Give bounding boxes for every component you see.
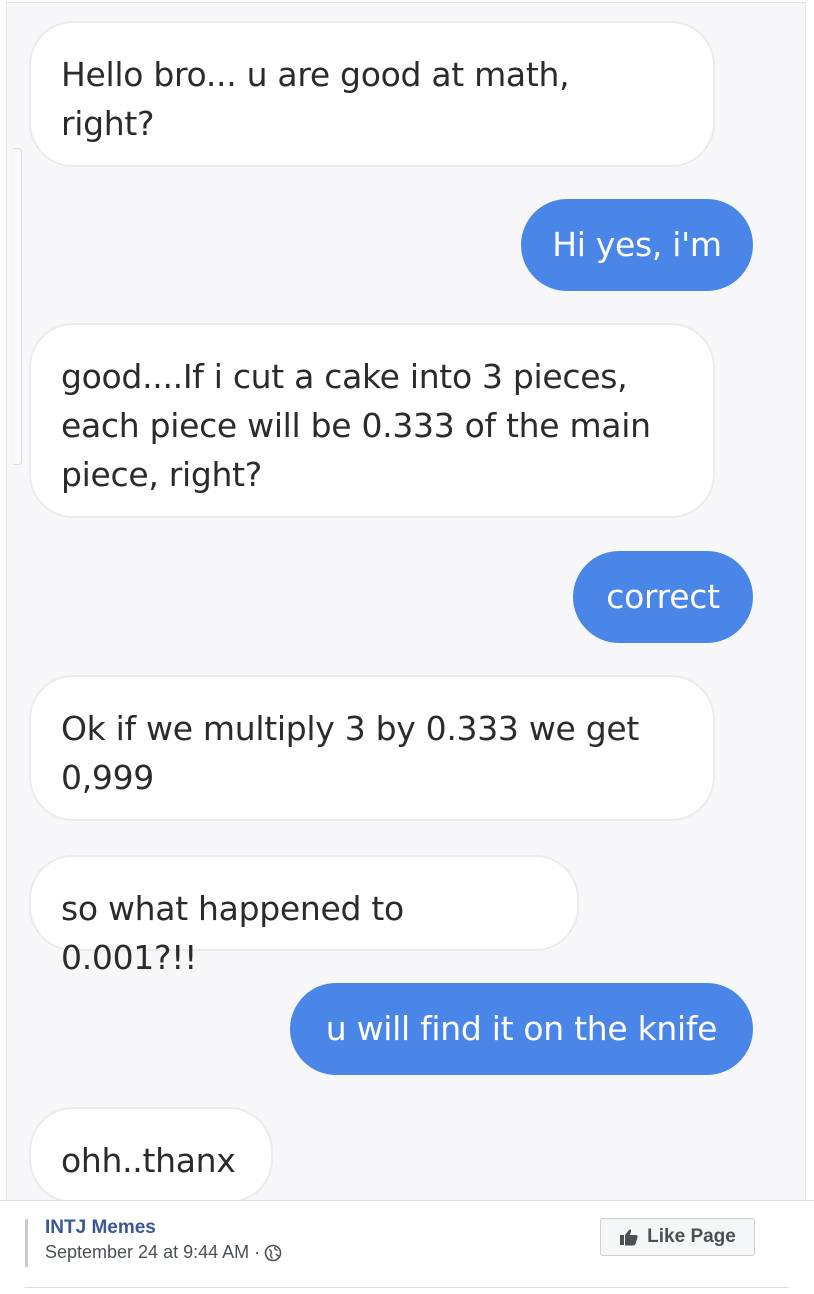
chat-screenshot: Hello bro... u are good at math, right? … [6,2,806,1203]
like-page-label: Like Page [647,1226,736,1247]
post-page: Hello bro... u are good at math, right? … [0,0,814,1294]
message-incoming: ohh..thanx [29,1107,273,1203]
message-outgoing: u will find it on the knife [290,983,753,1075]
message-outgoing: correct [573,551,753,643]
divider [25,1287,789,1288]
globe-icon [264,1244,282,1261]
message-incoming: Hello bro... u are good at math, right? [29,21,715,167]
post-meta: September 24 at 9:44 AM · [45,1242,282,1263]
post-timestamp[interactable]: September 24 at 9:44 AM · [45,1242,260,1263]
message-incoming: so what happened to 0.001?!! [29,855,579,977]
page-name-link[interactable]: INTJ Memes [45,1217,156,1239]
attribution-bar [25,1219,28,1267]
scroll-edge [13,148,22,465]
message-incoming: good....If i cut a cake into 3 pieces, e… [29,323,715,518]
message-outgoing: Hi yes, i'm [521,199,753,291]
message-incoming: Ok if we multiply 3 by 0.333 we get 0,99… [29,675,715,821]
like-page-button[interactable]: Like Page [600,1218,755,1256]
post-footer: INTJ Memes September 24 at 9:44 AM · Lik… [0,1200,814,1294]
thumbs-up-icon [620,1229,638,1246]
